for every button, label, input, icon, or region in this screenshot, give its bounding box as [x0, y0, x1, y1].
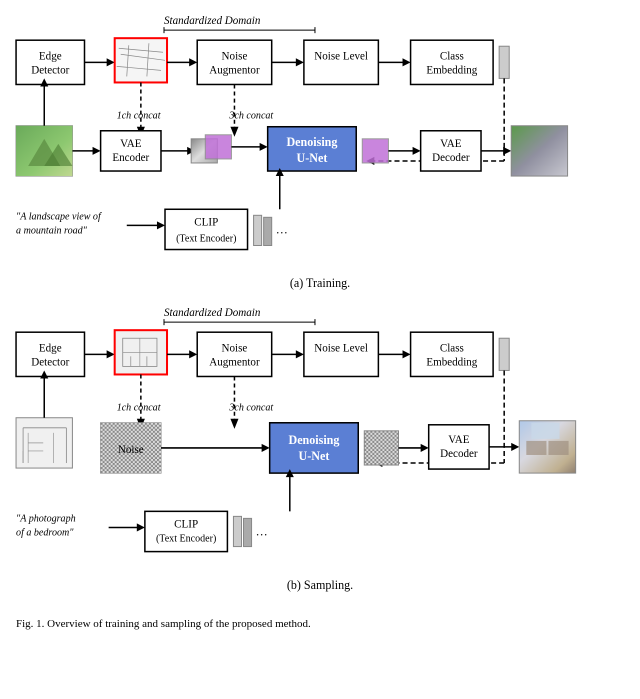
training-clip-label: CLIP — [194, 216, 218, 228]
training-noise-aug-label: Noise — [222, 50, 248, 62]
sampling-vae-dec-label: VAE — [448, 434, 470, 446]
training-1ch-label: 1ch concat — [117, 111, 161, 122]
sampling-noise-label: Noise — [118, 444, 144, 456]
training-noise-level-label: Noise Level — [314, 50, 368, 62]
sampling-section: Standardized Domain Edge Detector — [8, 302, 632, 614]
training-caption: (a) Training. — [290, 276, 350, 290]
training-noise-aug-label2: Augmentor — [209, 64, 260, 76]
training-svg: Standardized Domain Edge Detector — [8, 10, 632, 302]
sampling-prompt2: of a bedroom" — [16, 527, 74, 538]
sampling-svg: Standardized Domain Edge Detector — [8, 302, 632, 614]
training-vae-enc-label: VAE — [120, 138, 142, 150]
sampling-clip-label2: (Text Encoder) — [156, 533, 216, 544]
svg-text:…: … — [256, 524, 268, 538]
training-unet-label2: U-Net — [297, 151, 328, 165]
sampling-prompt: "A photograph — [16, 513, 76, 524]
training-vae-enc-label2: Encoder — [112, 152, 149, 164]
training-section: Standardized Domain Edge Detector — [8, 10, 632, 302]
main-container: Standardized Domain Edge Detector — [0, 0, 640, 644]
sampling-class-embed-label2: Embedding — [426, 356, 477, 368]
training-vae-dec-label2: Decoder — [432, 152, 470, 164]
svg-text:…: … — [276, 222, 288, 236]
training-edge-detector-label2: Detector — [31, 64, 69, 76]
training-unet-label: Denoising — [286, 135, 337, 149]
training-prompt2: a mountain road" — [16, 225, 88, 236]
sampling-edge-detector-label: Edge — [39, 342, 62, 354]
sampling-clip-label: CLIP — [174, 518, 198, 530]
sampling-caption: (b) Sampling. — [287, 578, 353, 592]
training-edge-detector-label: Edge — [39, 50, 62, 62]
training-prompt: "A landscape view of — [16, 211, 102, 222]
sampling-vae-dec-label2: Decoder — [440, 448, 478, 460]
sampling-class-embed-label: Class — [440, 342, 464, 354]
sampling-noise-aug-label: Noise — [222, 342, 248, 354]
training-class-embed-label2: Embedding — [426, 64, 477, 76]
sampling-edge-detector-label2: Detector — [31, 356, 69, 368]
sampling-unet-label: Denoising — [288, 433, 339, 447]
training-domain-label: Standardized Domain — [164, 15, 261, 27]
training-clip-label2: (Text Encoder) — [176, 233, 236, 244]
sampling-unet-label2: U-Net — [299, 449, 330, 463]
training-vae-dec-label: VAE — [440, 138, 462, 150]
sampling-domain-label: Standardized Domain — [164, 307, 261, 319]
figure-caption-text: Fig. 1. Overview of training and samplin… — [16, 618, 311, 630]
sampling-noise-aug-label2: Augmentor — [209, 356, 260, 368]
figure-caption: Fig. 1. Overview of training and samplin… — [8, 614, 632, 634]
training-class-embed-label: Class — [440, 50, 464, 62]
sampling-1ch-label: 1ch concat — [117, 403, 161, 414]
sampling-noise-level-label: Noise Level — [314, 342, 368, 354]
